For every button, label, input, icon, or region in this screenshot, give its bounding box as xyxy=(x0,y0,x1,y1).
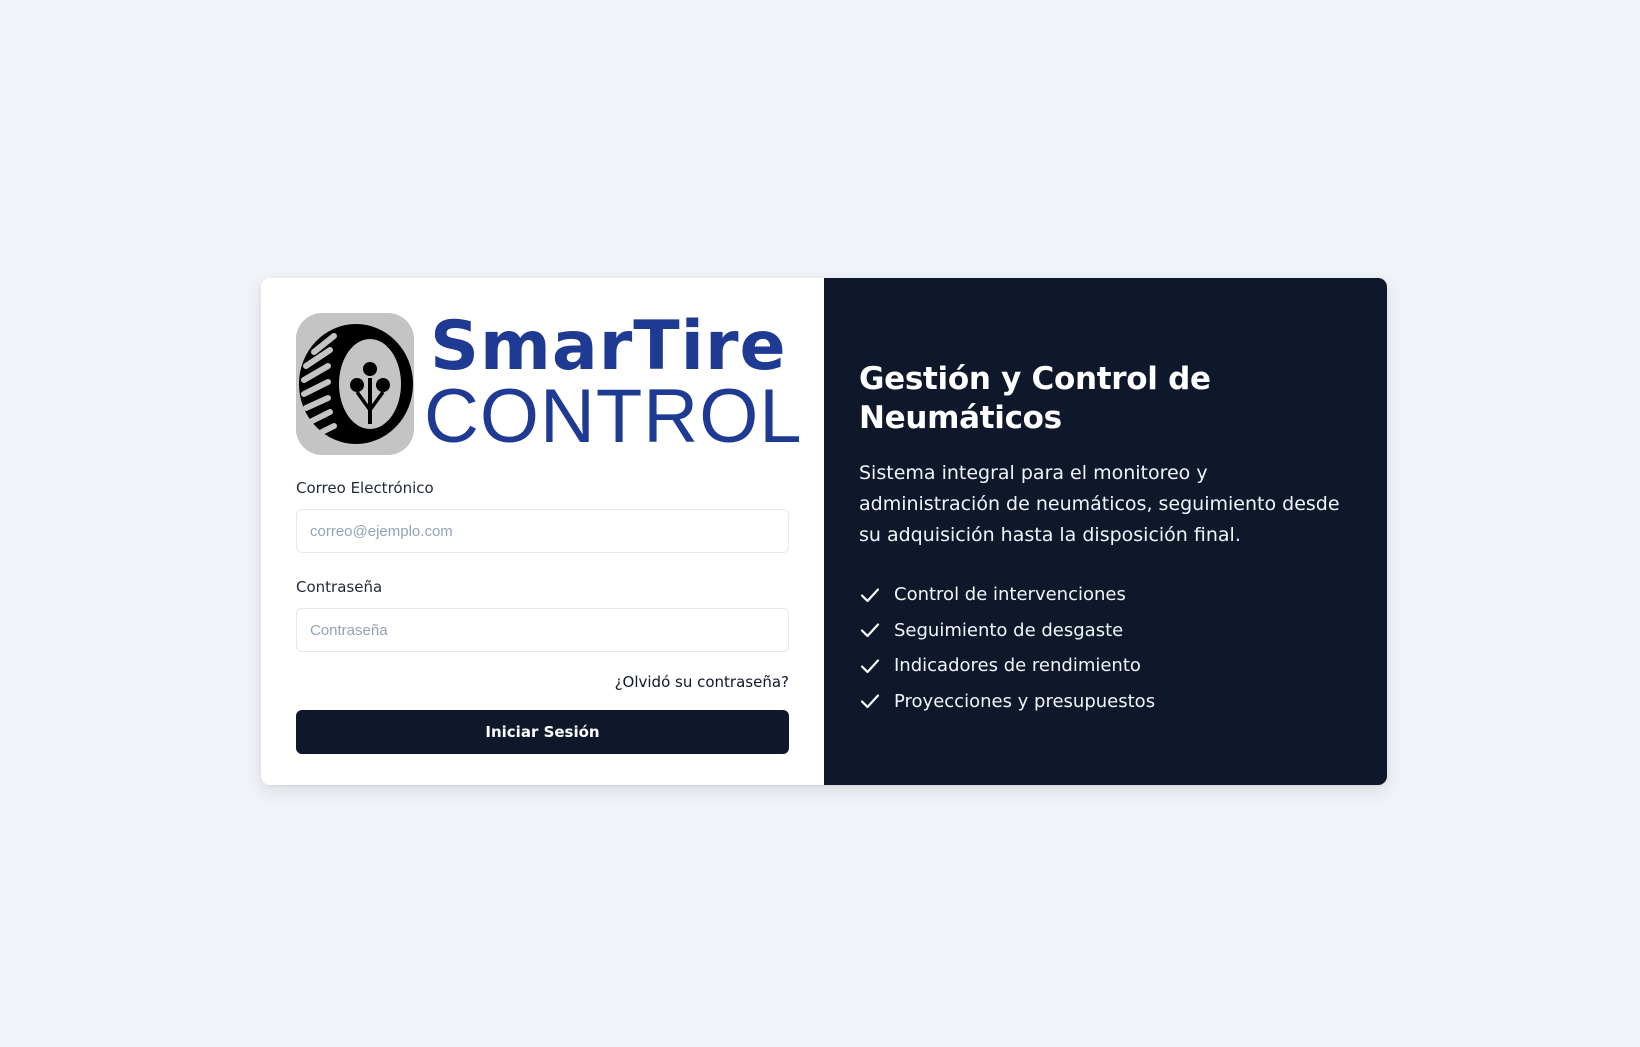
check-icon xyxy=(859,584,881,606)
login-card: SmarTire CONTROL Correo Electrónico Cont… xyxy=(261,278,1387,785)
feature-label: Indicadores de rendimiento xyxy=(894,655,1141,677)
info-panel: Gestión y Control de Neumáticos Sistema … xyxy=(824,278,1387,785)
promo-title: Gestión y Control de Neumáticos xyxy=(859,361,1211,436)
check-icon xyxy=(859,619,881,641)
check-icon xyxy=(859,690,881,712)
email-field[interactable] xyxy=(296,509,789,553)
email-label: Correo Electrónico xyxy=(296,479,434,497)
brand-subtitle: CONTROL xyxy=(424,374,803,459)
feature-item: Indicadores de rendimiento xyxy=(859,648,1352,684)
login-panel: SmarTire CONTROL Correo Electrónico Cont… xyxy=(261,278,824,785)
feature-label: Proyecciones y presupuestos xyxy=(894,690,1156,712)
brand-logo: SmarTire CONTROL xyxy=(296,313,802,455)
brand-wordmark: SmarTire CONTROL xyxy=(424,313,803,455)
feature-item: Control de intervenciones xyxy=(859,577,1352,613)
promo-description: Sistema integral para el monitoreo y adm… xyxy=(859,462,1340,546)
feature-label: Control de intervenciones xyxy=(894,584,1126,606)
feature-item: Proyecciones y presupuestos xyxy=(859,684,1352,720)
password-label: Contraseña xyxy=(296,578,383,596)
password-field[interactable] xyxy=(296,608,789,652)
feature-item: Seguimiento de desgaste xyxy=(859,613,1352,649)
tire-icon xyxy=(296,313,414,455)
check-icon xyxy=(859,655,881,677)
brand-name: SmarTire xyxy=(430,307,787,386)
forgot-row: ¿Olvidó su contraseña? xyxy=(296,672,789,691)
login-button[interactable]: Iniciar Sesión xyxy=(296,710,789,754)
feature-label: Seguimiento de desgaste xyxy=(894,619,1124,641)
forgot-password-link[interactable]: ¿Olvidó su contraseña? xyxy=(615,673,789,691)
feature-list: Control de intervenciones Seguimiento de… xyxy=(859,577,1352,719)
